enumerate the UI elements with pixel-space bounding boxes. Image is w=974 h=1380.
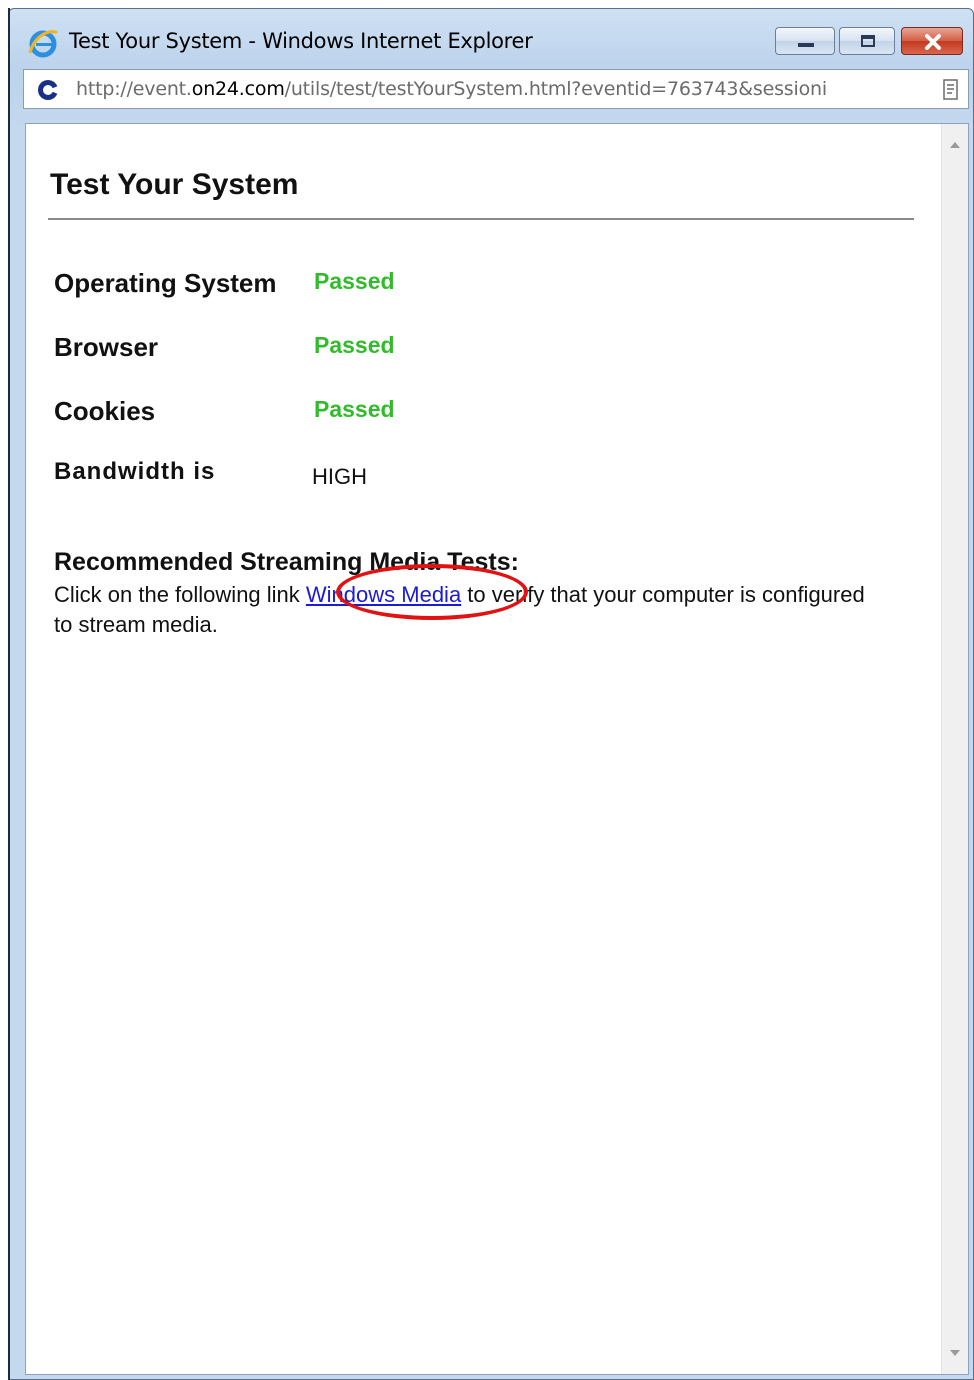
check-status-operating-system: Passed [314,268,395,294]
check-status-cookies: Passed [314,396,395,422]
on24-site-icon [38,80,58,100]
vertical-scrollbar[interactable] [941,124,968,1374]
check-status-browser: Passed [314,332,395,358]
page-content: Test Your System Operating System Passed… [25,123,969,1375]
page-icon [943,79,958,100]
bandwidth-label: Bandwidth is [54,458,216,485]
scroll-down-arrow-icon[interactable] [950,1350,960,1356]
page-title: Test Your System [50,168,299,201]
url-prefix: http://event. [76,78,192,100]
check-label-browser: Browser [54,332,159,362]
recommended-text-before: Click on the following link [54,582,306,607]
address-url[interactable]: http://event.on24.com/utils/test/testYou… [76,78,934,100]
maximize-button[interactable] [839,27,895,55]
title-bar[interactable]: Test Your System - Windows Internet Expl… [9,9,973,61]
title-divider [48,218,914,220]
bandwidth-value: HIGH [312,464,367,489]
restore-icon [861,35,875,47]
close-button[interactable] [901,27,963,55]
minimize-icon [798,43,814,47]
close-icon [925,34,941,50]
browser-window: Test Your System - Windows Internet Expl… [8,8,974,1380]
window-left-edge [8,8,10,1380]
scroll-up-arrow-icon[interactable] [950,142,960,148]
url-host: on24.com [191,78,285,100]
check-label-cookies: Cookies [54,396,156,426]
annotation-circle [336,564,528,620]
check-label-operating-system: Operating System [54,268,277,298]
address-bar[interactable]: http://event.on24.com/utils/test/testYou… [23,69,969,109]
internet-explorer-icon [28,30,59,58]
window-title: Test Your System - Windows Internet Expl… [69,29,533,53]
minimize-button[interactable] [775,27,835,55]
url-path: /utils/test/testYourSystem.html?eventid=… [284,78,827,100]
